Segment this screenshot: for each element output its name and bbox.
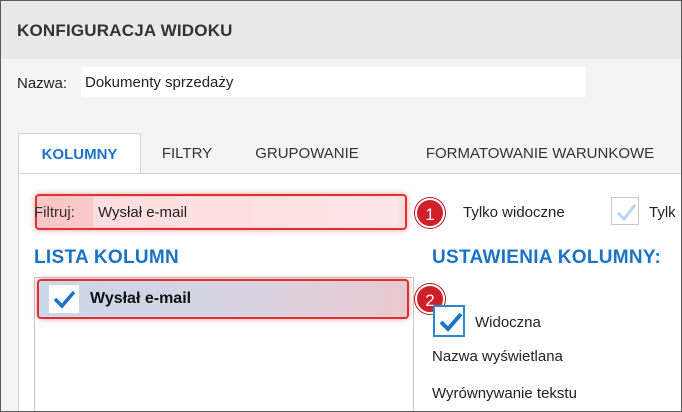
column-settings-header: USTAWIENIA KOLUMNY: <box>432 247 662 268</box>
display-name-label: Nazwa wyświetlana <box>432 348 563 365</box>
visible-label: Widoczna <box>475 314 541 331</box>
second-option-checkbox[interactable] <box>611 197 639 225</box>
tab-columns[interactable]: KOLUMNY <box>18 133 141 173</box>
check-icon <box>439 312 463 332</box>
tab-conditional-formatting[interactable]: FORMATOWANIE WARUNKOWE <box>401 133 679 173</box>
tab-grouping[interactable]: GRUPOWANIE <box>237 133 377 173</box>
columns-list-header: LISTA KOLUMN <box>34 247 180 268</box>
only-visible-label[interactable]: Tylko widoczne <box>463 204 565 221</box>
name-label: Nazwa: <box>17 75 68 92</box>
filter-label: Filtruj: <box>34 204 75 221</box>
list-item-label: Wysłał e-mail <box>90 290 192 307</box>
title-bar: KONFIGURACJA WIDOKU <box>1 1 681 59</box>
check-icon <box>616 204 637 222</box>
tab-filters[interactable]: FILTRY <box>149 133 225 173</box>
callout-badge-1: 1 <box>415 198 445 228</box>
check-icon <box>53 290 76 309</box>
name-input[interactable]: Dokumenty sprzedaży <box>81 67 585 97</box>
window-title: KONFIGURACJA WIDOKU <box>17 21 233 40</box>
second-option-label[interactable]: Tylk <box>649 204 676 221</box>
view-config-window: KONFIGURACJA WIDOKU Nazwa: Dokumenty spr… <box>0 0 682 412</box>
text-align-label: Wyrównywanie tekstu <box>432 385 577 402</box>
name-row: Nazwa: Dokumenty sprzedaży <box>1 59 681 109</box>
list-item-checkbox[interactable] <box>49 285 79 313</box>
filter-input[interactable]: Wysłał e-mail <box>93 197 399 227</box>
visible-checkbox[interactable] <box>433 305 465 337</box>
